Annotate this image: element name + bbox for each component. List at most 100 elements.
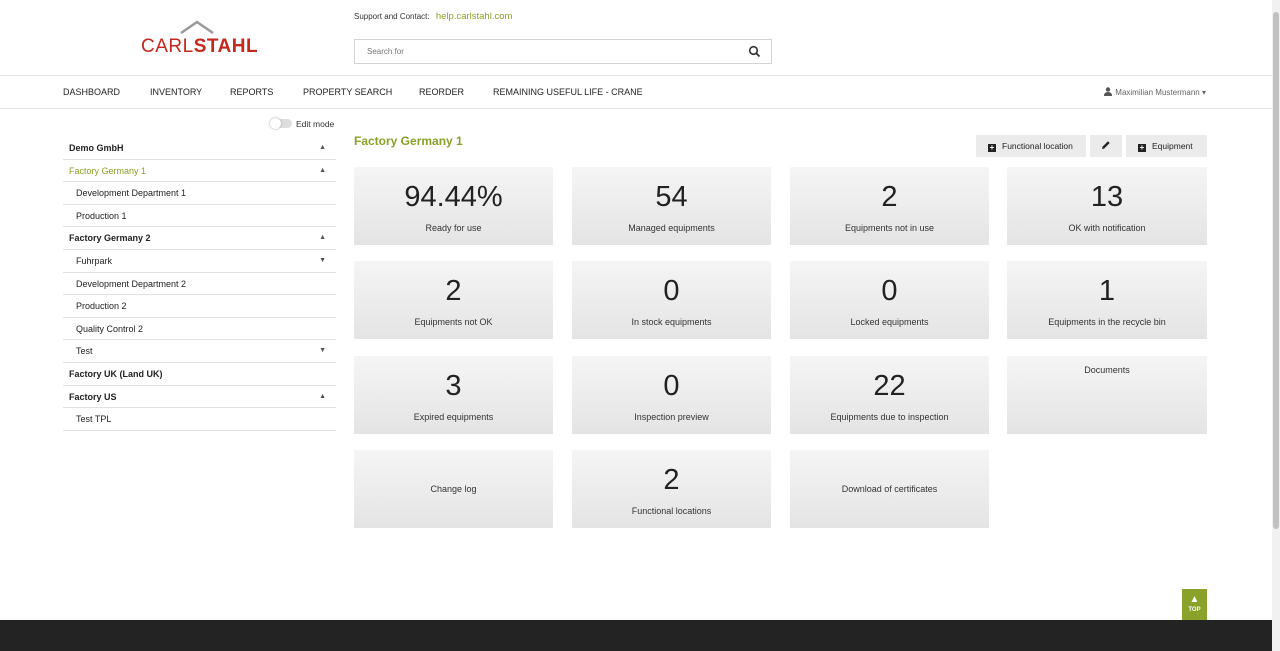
tree-item-quality-control-2[interactable]: Quality Control 2: [63, 318, 336, 341]
tile-locked-equipments[interactable]: 0 Locked equipments: [790, 261, 989, 339]
tile-recycle-bin[interactable]: 1 Equipments in the recycle bin: [1007, 261, 1207, 339]
tree-item-label: Factory US: [69, 391, 117, 402]
tile-equipments-not-ok[interactable]: 2 Equipments not OK: [354, 261, 553, 339]
tile-value: 0: [663, 275, 680, 307]
tile-ok-with-notification[interactable]: 13 OK with notification: [1007, 167, 1207, 245]
tree-item-label: Factory Germany 2: [69, 233, 151, 244]
pencil-icon: [1102, 141, 1110, 149]
plus-icon: +: [1138, 143, 1146, 152]
tree-item-factory-us[interactable]: Factory US ▲: [63, 386, 336, 409]
add-equipment-label: Equipment: [1152, 141, 1193, 151]
tile-label: Equipments in the recycle bin: [1048, 317, 1166, 327]
nav-property-search[interactable]: PROPERTY SEARCH: [303, 87, 392, 97]
add-functional-location-button[interactable]: + Functional location: [976, 135, 1086, 157]
tree-item-production-2[interactable]: Production 2: [63, 295, 336, 318]
tile-expired-equipments[interactable]: 3 Expired equipments: [354, 356, 553, 434]
tile-label: Functional locations: [631, 506, 712, 516]
tree-item-fuhrpark[interactable]: Fuhrpark ▼: [63, 250, 336, 273]
tree-item-factory-uk[interactable]: Factory UK (Land UK): [63, 363, 336, 386]
tile-value: 94.44%: [404, 181, 503, 213]
chevron-up-icon[interactable]: ▲: [319, 386, 326, 408]
tile-label: Change log: [430, 484, 477, 494]
plus-icon: +: [988, 143, 996, 152]
main-nav: DASHBOARD INVENTORY REPORTS PROPERTY SEA…: [0, 76, 1272, 109]
tile-label: Inspection preview: [634, 412, 709, 422]
tile-in-stock-equipments[interactable]: 0 In stock equipments: [572, 261, 771, 339]
tree-item-development-department-2[interactable]: Development Department 2: [63, 273, 336, 296]
add-functional-location-label: Functional location: [1002, 141, 1073, 151]
tree-item-production-1[interactable]: Production 1: [63, 205, 336, 228]
location-tree: Demo GmbH ▲ Factory Germany 1 ▲ Developmen…: [63, 137, 336, 431]
tile-label: Equipments due to inspection: [830, 412, 949, 422]
support-contact: Support and Contact: help.carlstahl.com: [354, 11, 512, 22]
tile-value: 2: [663, 464, 680, 496]
nav-remaining-useful-life[interactable]: REMAINING USEFUL LIFE - CRANE: [493, 87, 643, 97]
caret-down-icon: ▾: [1201, 88, 1206, 97]
nav-reports[interactable]: REPORTS: [230, 87, 273, 97]
tile-ready-for-use[interactable]: 94.44% Ready for use: [354, 167, 553, 245]
tree-item-label: Quality Control 2: [76, 323, 144, 334]
nav-reorder[interactable]: REORDER: [419, 87, 464, 97]
tile-functional-locations[interactable]: 2 Functional locations: [572, 450, 771, 528]
chevron-down-icon[interactable]: ▼: [319, 340, 326, 362]
tile-download-certificates[interactable]: Download of certificates: [790, 450, 989, 528]
tile-equipments-not-in-use[interactable]: 2 Equipments not in use: [790, 167, 989, 245]
nav-inventory[interactable]: INVENTORY: [150, 87, 202, 97]
chevron-up-icon[interactable]: ▲: [319, 137, 326, 159]
tile-value: 2: [881, 181, 898, 213]
edit-mode-label: Edit mode: [296, 119, 335, 129]
tile-value: 0: [881, 275, 898, 307]
tile-label: Equipments not in use: [844, 223, 935, 233]
user-menu[interactable]: Maximilian Mustermann ▾: [1104, 87, 1206, 97]
tree-item-label: Demo GmbH: [69, 143, 124, 153]
tile-label: Expired equipments: [413, 412, 494, 422]
chevron-up-icon[interactable]: ▲: [319, 227, 326, 249]
add-equipment-button[interactable]: + Equipment: [1126, 135, 1207, 157]
tile-value: 13: [1090, 181, 1124, 213]
user-name: Maximilian Mustermann: [1115, 88, 1200, 97]
user-icon: [1104, 87, 1113, 96]
chevron-up-icon: ▲: [1189, 594, 1200, 605]
tree-item-development-department-1[interactable]: Development Department 1: [63, 182, 336, 205]
tile-label: OK with notification: [1068, 223, 1146, 233]
tile-value: 22: [873, 370, 906, 402]
search-input[interactable]: [355, 40, 735, 63]
tile-value: 0: [663, 370, 680, 402]
tile-label: Locked equipments: [850, 317, 929, 327]
scrollbar[interactable]: [1272, 0, 1280, 651]
search-icon[interactable]: [748, 45, 761, 58]
tree-item-factory-germany-1[interactable]: Factory Germany 1 ▲: [63, 160, 336, 183]
top-label: TOP: [1188, 607, 1201, 613]
toggle-switch-icon[interactable]: [270, 118, 292, 129]
tree-item-label: Development Department 2: [76, 278, 187, 289]
chevron-down-icon[interactable]: ▼: [319, 250, 326, 272]
tree-item-label: Factory Germany 1: [69, 165, 147, 176]
tile-due-to-inspection[interactable]: 22 Equipments due to inspection: [790, 356, 989, 434]
tile-label: Documents: [1084, 365, 1130, 375]
tile-inspection-preview[interactable]: 0 Inspection preview: [572, 356, 771, 434]
carl-stahl-logo[interactable]: CARLSTAHL: [141, 20, 259, 60]
tile-value: 2: [445, 275, 462, 307]
chevron-up-icon[interactable]: ▲: [319, 160, 326, 182]
tree-item-test[interactable]: Test ▼: [63, 340, 336, 363]
nav-dashboard[interactable]: DASHBOARD: [63, 87, 120, 97]
tree-item-factory-germany-2[interactable]: Factory Germany 2 ▲: [63, 227, 336, 250]
tile-value: 1: [1098, 275, 1116, 307]
tile-managed-equipments[interactable]: 54 Managed equipments: [572, 167, 771, 245]
tree-item-demo-gmbh[interactable]: Demo GmbH ▲: [63, 137, 336, 160]
back-to-top-button[interactable]: ▲ TOP: [1182, 589, 1207, 620]
tree-item-label: Fuhrpark: [76, 255, 113, 266]
tile-change-log[interactable]: Change log: [354, 450, 553, 528]
tile-label: Ready for use: [425, 223, 482, 233]
tree-item-label: Production 2: [76, 301, 127, 312]
footer: [0, 620, 1272, 651]
tree-item-label: Test: [76, 346, 93, 357]
tree-item-test-tpl[interactable]: Test TPL: [63, 408, 336, 431]
tile-value: 3: [445, 370, 462, 402]
support-link[interactable]: help.carlstahl.com: [436, 11, 513, 22]
tile-label: Managed equipments: [628, 223, 715, 233]
scrollbar-thumb[interactable]: [1273, 12, 1279, 529]
edit-button[interactable]: [1090, 135, 1122, 157]
edit-mode-toggle[interactable]: Edit mode: [270, 118, 335, 129]
tile-documents[interactable]: Documents: [1007, 356, 1207, 434]
